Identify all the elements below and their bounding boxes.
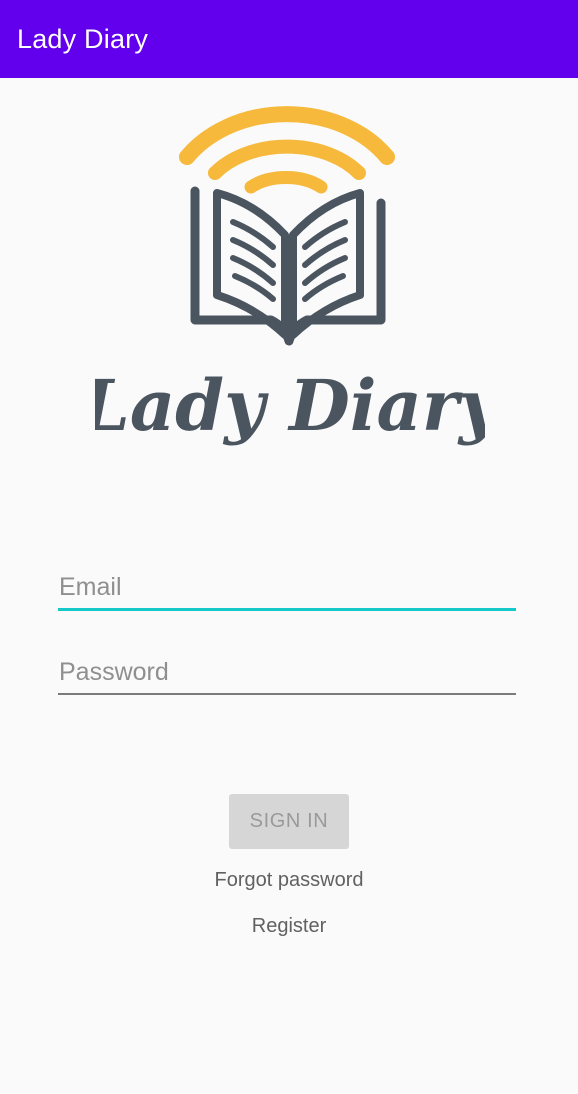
app-title: Lady Diary <box>17 23 149 54</box>
book-with-signal-waves-icon: Lady Diary <box>95 106 485 447</box>
forgot-password-link[interactable]: Forgot password <box>0 869 578 892</box>
register-link[interactable]: Register <box>0 915 578 938</box>
email-input[interactable] <box>58 570 518 604</box>
password-input[interactable] <box>58 655 518 689</box>
app-logo: Lady Diary <box>95 95 485 465</box>
app-bar: Lady Diary <box>0 0 578 78</box>
password-underline <box>58 693 516 695</box>
sign-in-button[interactable]: SIGN IN <box>229 794 349 849</box>
email-underline <box>58 608 516 611</box>
email-field-container <box>58 570 518 611</box>
logo-wordmark: Lady Diary <box>95 364 485 447</box>
password-field-container <box>58 655 518 695</box>
